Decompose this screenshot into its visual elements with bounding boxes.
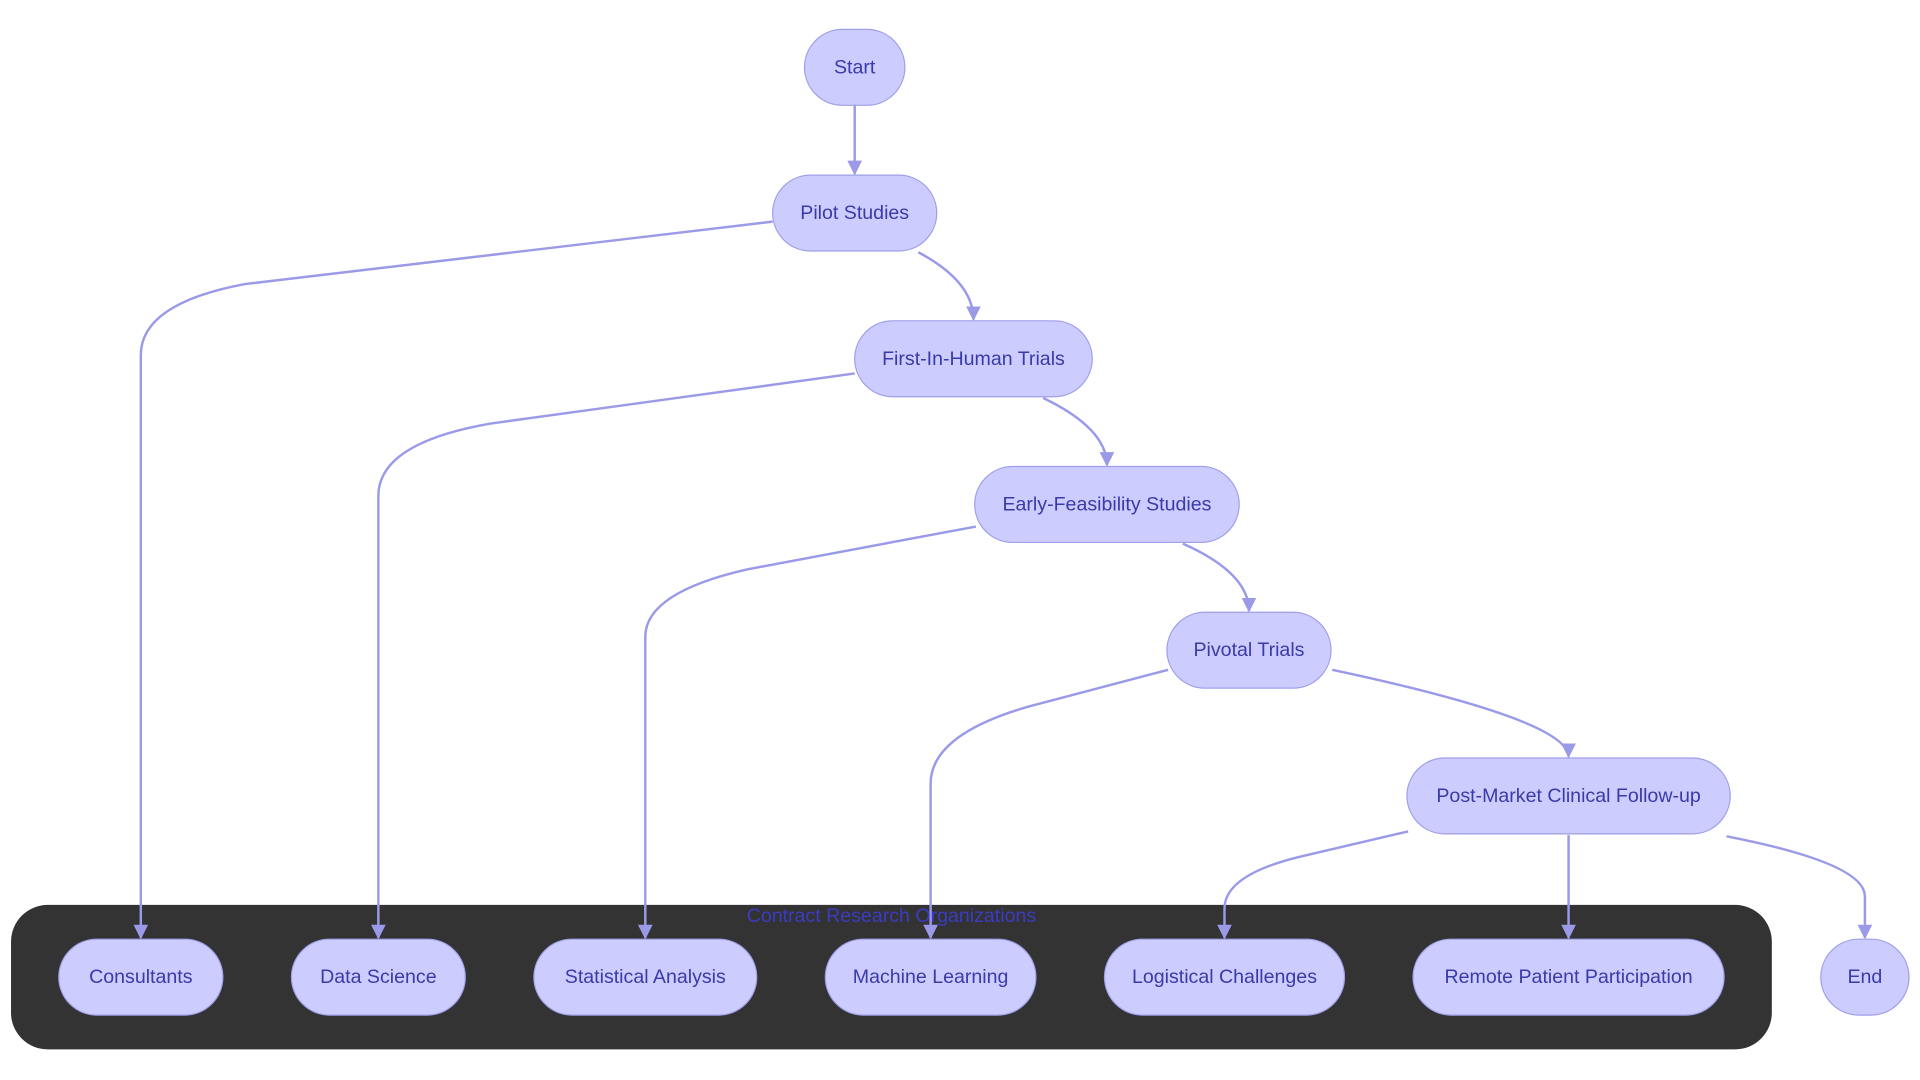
node-label: Pivotal Trials [1193,639,1304,661]
node-early-feasibility-studies[interactable]: Early-Feasibility Studies [974,465,1240,544]
node-logistical-challenges[interactable]: Logistical Challenges [1103,938,1346,1016]
node-label: Statistical Analysis [565,966,726,988]
node-label: Logistical Challenges [1132,966,1317,988]
node-label: Data Science [320,966,437,988]
node-machine-learning[interactable]: Machine Learning [824,938,1037,1016]
node-label: Machine Learning [853,966,1009,988]
node-label: Remote Patient Participation [1445,966,1693,988]
node-label: Post-Market Clinical Follow-up [1436,785,1700,807]
cluster-label: Contract Research Organizations [747,905,1037,927]
node-label: Start [834,56,876,78]
node-consultants[interactable]: Consultants [58,938,224,1016]
edge-pivotal-pmcf [1331,668,1576,759]
edge-efs-pivotal [1182,542,1257,613]
node-first-in-human-trials[interactable]: First-In-Human Trials [854,320,1093,398]
node-label: Consultants [89,966,193,988]
node-pivotal-trials[interactable]: Pivotal Trials [1166,611,1332,689]
edge-efs-stat [637,525,977,940]
node-start[interactable]: Start [803,28,906,106]
node-statistical-analysis[interactable]: Statistical Analysis [533,938,758,1016]
edge-pilot-consultants [133,220,773,940]
edge-pivotal-ml [923,668,1169,940]
edge-pilot-fih [917,251,981,322]
edge-fih-efs [1042,396,1115,467]
node-label: Early-Feasibility Studies [1002,493,1211,515]
edge-fih-datasci [371,372,855,940]
node-label: End [1847,966,1882,988]
node-end[interactable]: End [1820,938,1910,1016]
flowchart: Contract Research Organizations Start Pi… [11,28,1910,1050]
node-post-market-clinical-follow-up[interactable]: Post-Market Clinical Follow-up [1406,757,1731,835]
node-label: First-In-Human Trials [882,348,1065,370]
node-label: Pilot Studies [800,202,909,224]
node-data-science[interactable]: Data Science [290,938,466,1016]
node-remote-patient-participation[interactable]: Remote Patient Participation [1412,938,1725,1016]
node-pilot-studies[interactable]: Pilot Studies [772,174,938,252]
